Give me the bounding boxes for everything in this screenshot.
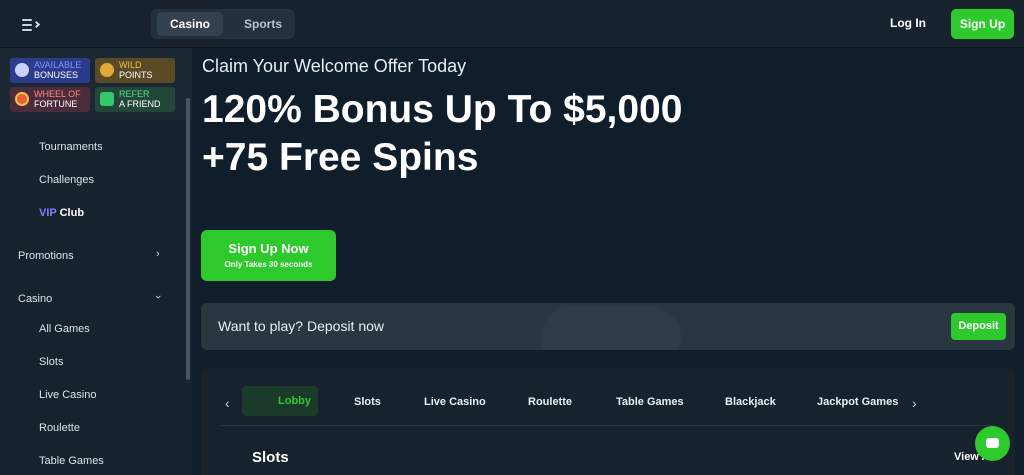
- tab-sports[interactable]: Sports: [235, 12, 291, 36]
- signup-now-button[interactable]: Sign Up Now Only Takes 30 seconds: [201, 230, 336, 281]
- sidebar-quick-tiles: Available Bonuses Wild Points Wheel of F…: [0, 48, 192, 120]
- deposit-button[interactable]: Deposit: [951, 313, 1006, 340]
- section-title-slots: Slots: [252, 449, 289, 466]
- vip-label: VIP: [39, 207, 57, 219]
- sidebar-item-table-games[interactable]: Table Games: [39, 455, 104, 467]
- cta-sublabel: Only Takes 30 seconds: [224, 260, 313, 269]
- sidebar-scrollbar[interactable]: [186, 98, 190, 380]
- hero-kicker: Claim Your Welcome Offer Today: [202, 56, 467, 76]
- chevron-right-icon[interactable]: ›: [912, 395, 917, 411]
- sidebar-item-casino[interactable]: Casino: [18, 293, 52, 305]
- sidebar-item-all-games[interactable]: All Games: [39, 323, 90, 335]
- megaphone-icon: [100, 92, 114, 106]
- tab-casino[interactable]: Casino: [157, 12, 223, 36]
- tile-refer-a-friend[interactable]: Refer a Friend: [95, 87, 175, 112]
- sidebar-item-challenges[interactable]: Challenges: [39, 174, 94, 186]
- tab-table-games[interactable]: Table Games: [616, 396, 684, 408]
- tabs-divider: [221, 425, 995, 426]
- tile-label-line1: Wheel of: [34, 89, 81, 99]
- sidebar-item-vip-club[interactable]: VIP Club: [39, 207, 84, 219]
- wheel-icon: [15, 92, 29, 106]
- chat-button[interactable]: [975, 426, 1010, 461]
- main-content: Claim Your Welcome Offer Today 120% Bonu…: [192, 48, 1024, 475]
- tab-slots[interactable]: Slots: [354, 396, 381, 408]
- deposit-text: Want to play? Deposit now: [218, 318, 385, 334]
- chat-bubble-icon: [986, 438, 999, 448]
- sidebar: Available Bonuses Wild Points Wheel of F…: [0, 48, 192, 475]
- product-switcher: Casino Sports: [151, 9, 295, 39]
- login-button[interactable]: Log In: [890, 16, 926, 30]
- chevron-down-icon[interactable]: ›: [152, 295, 164, 299]
- tile-label-line1: Wild: [119, 60, 142, 70]
- sidebar-item-roulette[interactable]: Roulette: [39, 422, 80, 434]
- tab-live-casino[interactable]: Live Casino: [424, 396, 486, 408]
- tab-blackjack[interactable]: Blackjack: [725, 396, 776, 408]
- tile-wheel-of-fortune[interactable]: Wheel of Fortune: [10, 87, 90, 112]
- tile-label-line2: a Friend: [119, 99, 161, 109]
- hero-headline: 120% Bonus Up To $5,000 +75 Free Spins: [202, 88, 683, 179]
- sidebar-item-tournaments[interactable]: Tournaments: [39, 141, 103, 153]
- tab-roulette[interactable]: Roulette: [528, 396, 572, 408]
- sidebar-item-promotions[interactable]: Promotions: [18, 250, 74, 262]
- coin-stack-icon: [100, 63, 114, 77]
- tab-lobby[interactable]: Lobby: [242, 386, 318, 416]
- cta-label: Sign Up Now: [228, 241, 309, 256]
- tile-label-line1: Available: [34, 60, 82, 70]
- tile-label-line2: Fortune: [34, 99, 78, 109]
- games-panel: ‹ Lobby Slots Live Casino Roulette Table…: [201, 368, 1015, 475]
- menu-icon[interactable]: [22, 16, 41, 32]
- tile-label-line2: Points: [119, 70, 153, 80]
- tab-jackpot-games[interactable]: Jackpot Games: [817, 396, 898, 408]
- signup-button[interactable]: Sign Up: [951, 9, 1014, 39]
- chevron-right-icon[interactable]: ›: [156, 248, 160, 260]
- sidebar-item-slots[interactable]: Slots: [39, 356, 63, 368]
- tile-wild-points[interactable]: Wild Points: [95, 58, 175, 83]
- gift-icon: [15, 63, 29, 77]
- chevron-left-icon[interactable]: ‹: [225, 395, 230, 411]
- sidebar-item-live-casino[interactable]: Live Casino: [39, 389, 96, 401]
- tile-available-bonuses[interactable]: Available Bonuses: [10, 58, 90, 83]
- banner-decoration: [541, 307, 681, 350]
- top-bar: Casino Sports Log In Sign Up: [0, 0, 1024, 48]
- tile-label-line1: Refer: [119, 89, 150, 99]
- club-label: Club: [59, 207, 85, 219]
- deposit-banner: Want to play? Deposit now Deposit: [201, 303, 1015, 350]
- tile-label-line2: Bonuses: [34, 70, 79, 80]
